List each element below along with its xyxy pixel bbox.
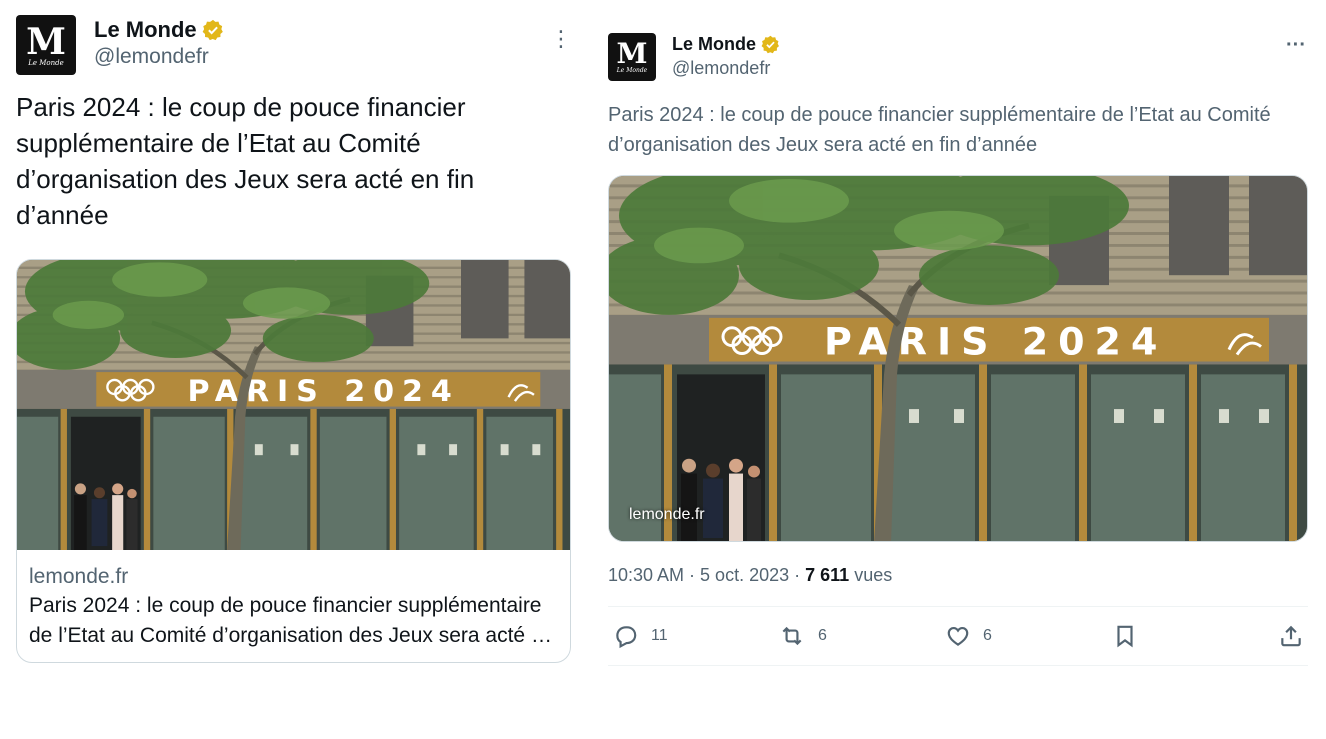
views-label: vues: [849, 565, 893, 585]
bookmark-icon: [1117, 625, 1133, 648]
like-button[interactable]: 6: [945, 623, 992, 649]
divider-top: [608, 606, 1308, 607]
card-image: [17, 260, 571, 550]
card-domain: lemonde.fr: [29, 565, 129, 588]
reply-count: 11: [651, 627, 668, 644]
reply-button[interactable]: 11: [613, 623, 668, 649]
left-tweet-text: Paris 2024 : le coup de pouce financier …: [16, 92, 475, 230]
avatar-logo-text: Le Monde: [616, 67, 648, 74]
share-button[interactable]: [1278, 623, 1304, 649]
right-tweet-text: Paris 2024 : le coup de pouce financier …: [608, 104, 1271, 156]
building-photo: [17, 260, 571, 550]
reply-icon: [616, 626, 637, 649]
card-title: Paris 2024 : le coup de pouce financier …: [29, 594, 555, 647]
like-icon: [947, 627, 969, 646]
views-count: 7 611: [805, 565, 850, 585]
timestamp[interactable]: 10:30 AM · 5 oct. 2023 ·: [608, 565, 805, 585]
share-icon: [1281, 625, 1301, 647]
card-info: lemonde.fr Paris 2024 : le coup de pouce…: [17, 550, 570, 662]
author-name-text: Le Monde: [94, 17, 197, 42]
left-author-name[interactable]: Le Monde: [94, 17, 224, 43]
repost-count: 6: [818, 627, 827, 644]
left-avatar[interactable]: M Le Monde: [16, 15, 76, 75]
repost-icon: [782, 626, 802, 646]
verified-badge-icon: [761, 35, 779, 54]
bookmark-button[interactable]: [1112, 623, 1138, 649]
tweet-meta: 10:30 AM · 5 oct. 2023 · 7 611 vues: [608, 565, 892, 586]
like-count: 6: [983, 627, 992, 644]
verified-badge-icon: [202, 19, 223, 41]
image-watermark: lemonde.fr: [629, 506, 705, 523]
tweet-image[interactable]: lemonde.fr: [608, 175, 1308, 542]
avatar-logo-letter: M: [616, 37, 648, 70]
repost-button[interactable]: 6: [778, 623, 827, 649]
image-photo: [609, 176, 1308, 542]
left-author-handle[interactable]: @lemondefr: [94, 45, 209, 69]
right-author-name[interactable]: Le Monde: [672, 34, 780, 55]
building-photo: [609, 176, 1308, 542]
link-card[interactable]: lemonde.fr Paris 2024 : le coup de pouce…: [16, 259, 571, 663]
avatar-logo-text: Le Monde: [28, 58, 64, 67]
more-icon[interactable]: ···: [1286, 34, 1306, 57]
author-name-text: Le Monde: [672, 34, 756, 54]
divider-bottom: [608, 665, 1308, 666]
more-icon[interactable]: ⋮: [550, 26, 572, 52]
avatar-logo-letter: M: [26, 20, 66, 63]
right-author-handle[interactable]: @lemondefr: [672, 58, 770, 79]
right-avatar[interactable]: M Le Monde: [608, 33, 656, 81]
